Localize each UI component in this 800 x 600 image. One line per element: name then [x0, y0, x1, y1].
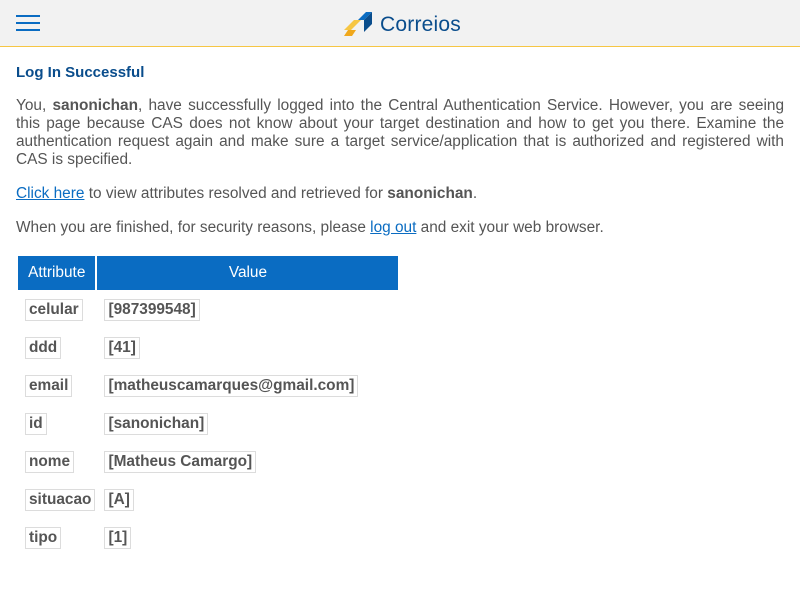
attribute-value: [matheuscamarques@gmail.com] [104, 375, 359, 397]
intro-prefix: You, [16, 97, 53, 114]
table-row: celular [987399548] [18, 292, 398, 328]
attribute-value: [sanonichan] [104, 413, 209, 435]
attribute-name: situacao [25, 489, 96, 511]
attribute-name: ddd [25, 337, 62, 359]
correios-logo-mark-icon [344, 12, 372, 36]
attribute-name: email [25, 375, 73, 397]
username: sanonichan [52, 97, 138, 114]
attribute-value: [A] [104, 489, 134, 511]
attributes-table: Attribute Value celular [987399548] ddd … [16, 254, 400, 558]
attribute-value: [Matheus Camargo] [104, 451, 257, 473]
table-row: tipo [1] [18, 520, 398, 556]
logout-suffix: and exit your web browser. [416, 219, 604, 236]
top-header: Correios [0, 0, 800, 47]
table-row: ddd [41] [18, 330, 398, 366]
view-attributes-link[interactable]: Click here [16, 185, 84, 202]
logout-paragraph: When you are finished, for security reas… [16, 219, 784, 237]
attributes-paragraph: Click here to view attributes resolved a… [16, 185, 784, 203]
table-row: nome [Matheus Camargo] [18, 444, 398, 480]
main-content: Log In Successful You, sanonichan, have … [16, 62, 784, 237]
attribute-value: [41] [104, 337, 140, 359]
attribute-name: nome [25, 451, 75, 473]
intro-paragraph: You, sanonichan, have successfully logge… [16, 97, 784, 169]
attributes-text: to view attributes resolved and retrieve… [84, 185, 388, 202]
hamburger-menu-icon[interactable] [16, 15, 40, 33]
attributes-username: sanonichan [387, 185, 473, 202]
header-value: Value [97, 256, 399, 290]
logo-text: Correios [380, 13, 461, 36]
table-row: email [matheuscamarques@gmail.com] [18, 368, 398, 404]
attribute-name: tipo [25, 527, 62, 549]
logout-link[interactable]: log out [370, 219, 416, 236]
table-row: id [sanonichan] [18, 406, 398, 442]
table-header-row: Attribute Value [18, 256, 399, 290]
correios-logo[interactable]: Correios [344, 12, 461, 38]
table-row: situacao [A] [18, 482, 398, 518]
attributes-period: . [472, 185, 478, 202]
logout-prefix: When you are finished, for security reas… [16, 219, 371, 236]
attribute-value: [987399548] [104, 299, 200, 321]
attribute-name: id [25, 413, 47, 435]
attribute-name: celular [25, 299, 83, 321]
attribute-value: [1] [104, 527, 132, 549]
page-title: Log In Successful [16, 64, 145, 81]
header-attribute: Attribute [18, 256, 96, 290]
